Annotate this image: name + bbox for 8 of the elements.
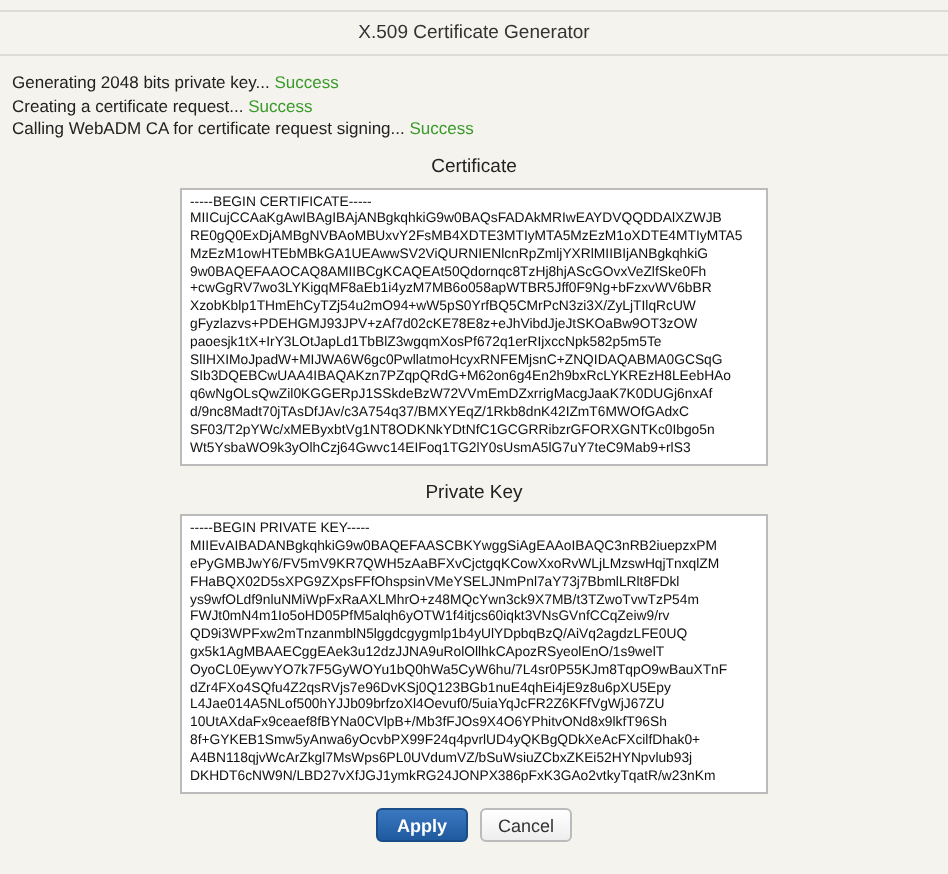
log-line: Generating 2048 bits private key... Success: [12, 72, 341, 93]
section-label: Private Key: [425, 482, 523, 505]
log-line: Creating a certificate request... Success: [12, 95, 315, 116]
cancel-button[interactable]: Cancel: [480, 808, 572, 843]
log-line: Calling WebADM CA for certificate request signing... Success: [12, 118, 476, 139]
apply-button[interactable]: Apply: [376, 808, 468, 843]
section-label: Certificate: [431, 155, 517, 177]
window-title: X.509 Certificate Generator: [358, 22, 590, 44]
